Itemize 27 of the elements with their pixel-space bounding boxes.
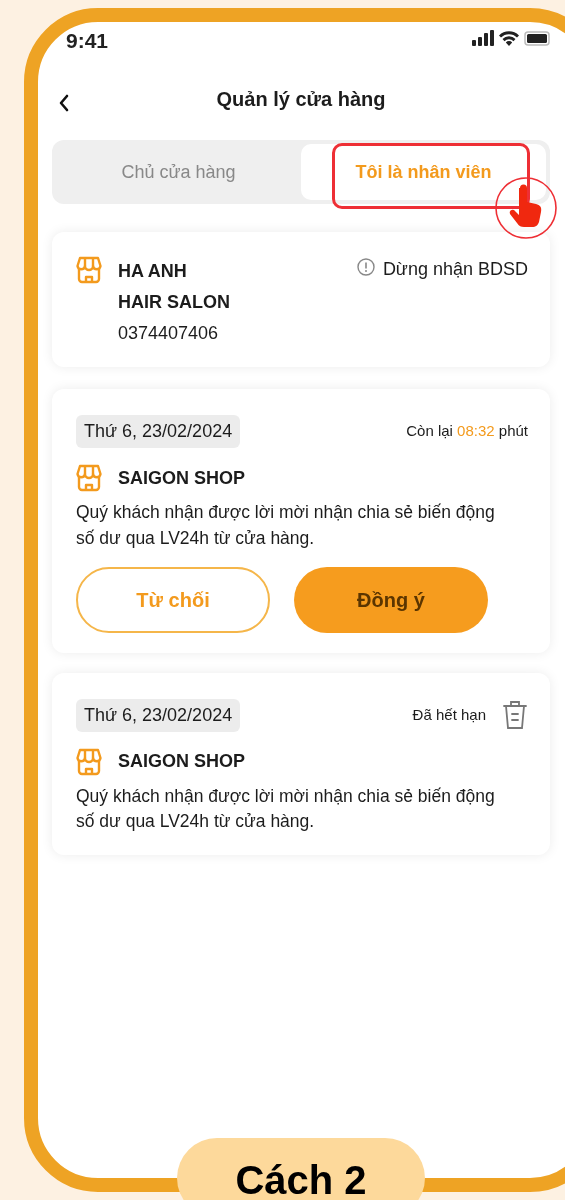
clock-time: 9:41 [66, 30, 109, 51]
tab[interactable]: Chủ cửa hàng [56, 144, 301, 200]
shop-name: SAIGON SHOP [118, 466, 246, 490]
screen-title: Quản lý cửa hàng [216, 87, 386, 112]
shop-name: SAIGON SHOP [118, 750, 246, 774]
tab[interactable]: Tôi là nhân viên [301, 144, 546, 200]
phone-number: 0374407406 [118, 322, 220, 346]
store-icon [76, 464, 102, 493]
info-icon [356, 258, 375, 276]
invitation-message: Quý khách nhận được lời mời nhận chia sẻ biến động số dư qua LV24h từ cửa hàng. [76, 784, 496, 834]
accept-button[interactable]: Đồng ý [294, 566, 488, 633]
wifi-icon [498, 30, 520, 46]
expired-text: Đã hết hạn [412, 705, 486, 726]
store-icon [76, 747, 102, 776]
store-name: HA ANH HAIR SALON [118, 260, 231, 314]
date-label: Thứ 6, 23/02/2024 [76, 415, 241, 449]
battery-icon [524, 30, 550, 46]
caption-label: Cách 2 [177, 1138, 425, 1200]
decline-button[interactable]: Từ chối [76, 566, 270, 633]
trash-icon[interactable] [502, 700, 528, 731]
date-label: Thứ 6, 23/02/2024 [76, 698, 241, 732]
store-icon [76, 256, 102, 284]
countdown-text: Còn lại 08:32 phút [406, 421, 528, 442]
signal-icon [472, 30, 494, 46]
stop-notify-link[interactable]: Dừng nhận BDSD [382, 256, 528, 283]
invitation-message: Quý khách nhận được lời mời nhận chia sẻ biến động số dư qua LV24h từ cửa hàng. [76, 501, 496, 550]
tap-hand-icon [494, 176, 558, 240]
